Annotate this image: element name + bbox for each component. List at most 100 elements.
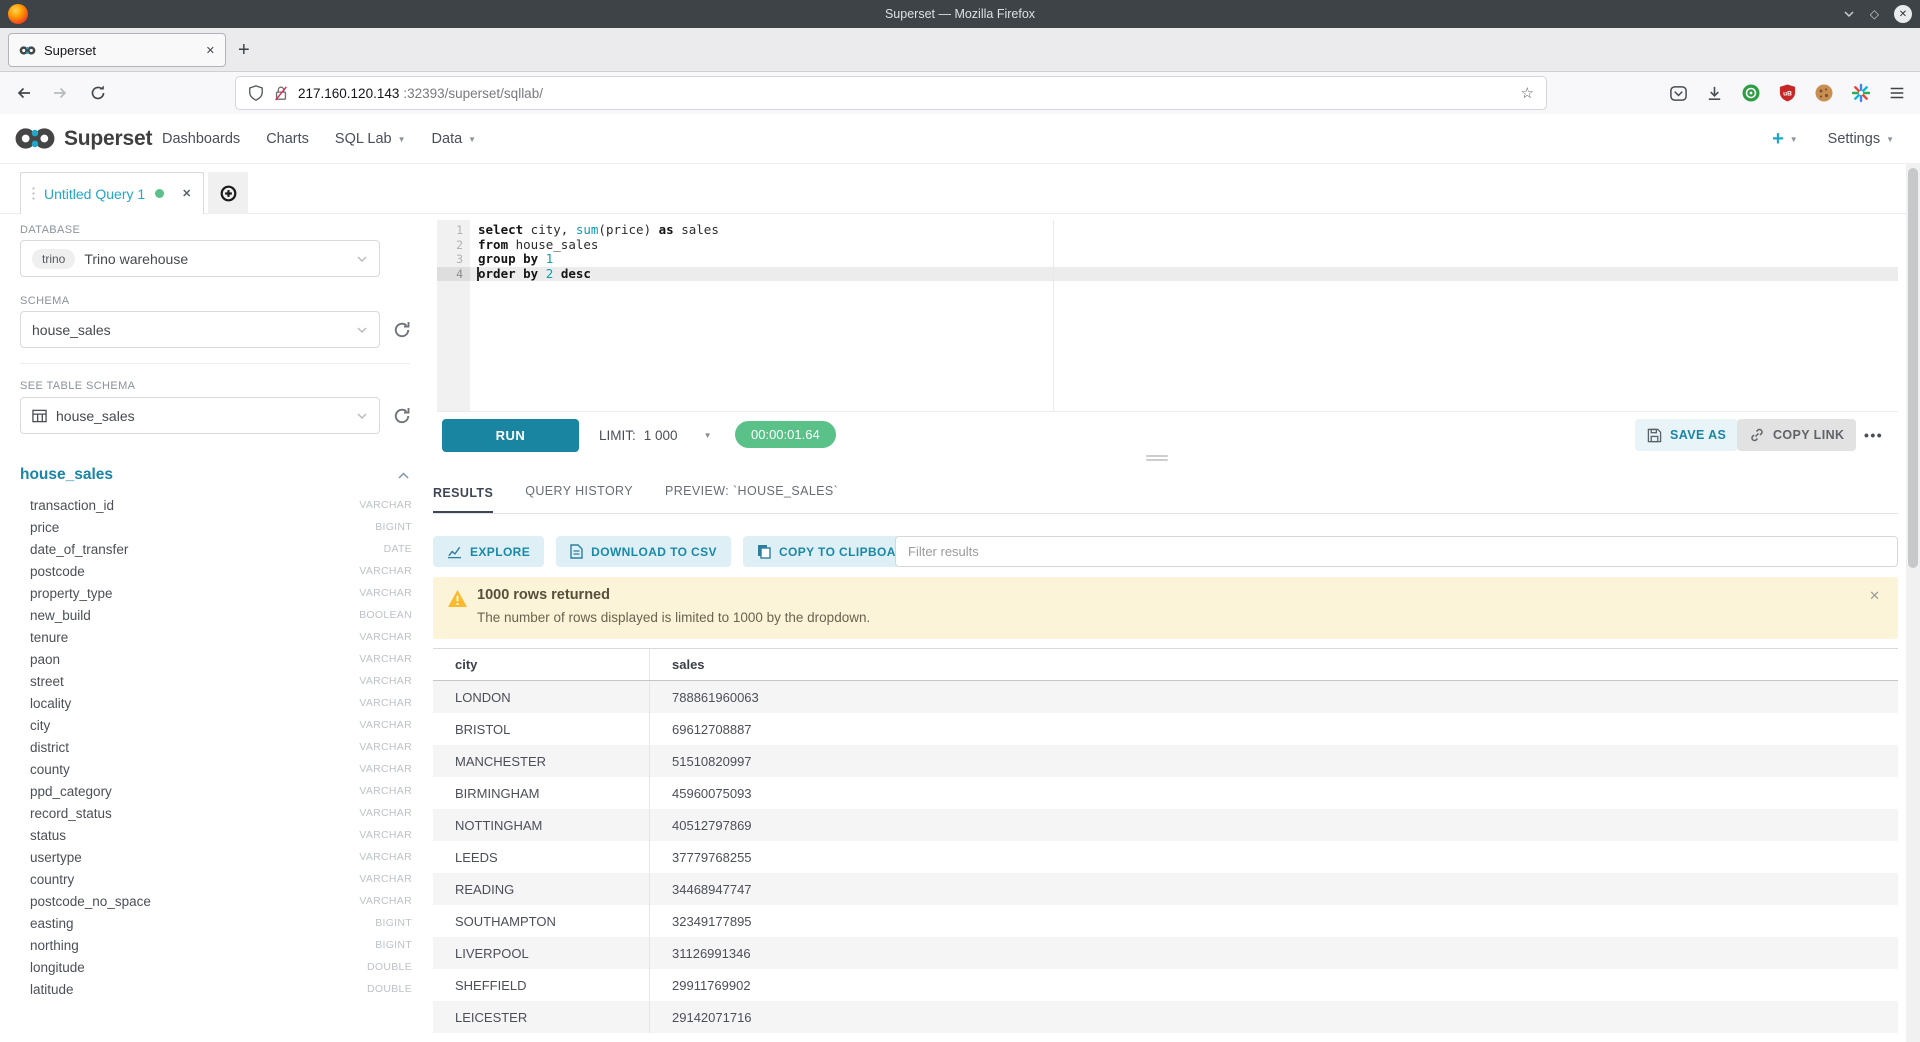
chevron-down-icon xyxy=(356,326,368,334)
table-row[interactable]: SHEFFIELD29911769902 xyxy=(433,969,1898,1001)
download-to-csv-button[interactable]: DOWNLOAD TO CSV xyxy=(556,536,731,567)
limit-value: 1 000 xyxy=(644,428,678,443)
navbar-item-charts[interactable]: Charts xyxy=(266,131,309,147)
schema-column-row[interactable]: cityVARCHAR xyxy=(30,714,412,736)
schema-column-row[interactable]: latitudeDOUBLE xyxy=(30,978,412,1000)
shield-icon[interactable] xyxy=(248,84,264,102)
database-select[interactable]: trino Trino warehouse xyxy=(20,240,380,277)
results-tab-query-history[interactable]: QUERY HISTORY xyxy=(525,484,633,513)
navbar-item-dashboards[interactable]: Dashboards xyxy=(162,131,240,147)
query-tab-close-icon[interactable]: ✕ xyxy=(182,187,191,200)
column-header-city[interactable]: city xyxy=(433,649,650,680)
schema-column-row[interactable]: streetVARCHAR xyxy=(30,670,412,692)
table-row[interactable]: SOUTHAMPTON32349177895 xyxy=(433,905,1898,937)
add-query-tab-button[interactable] xyxy=(208,172,248,214)
schema-column-row[interactable]: districtVARCHAR xyxy=(30,736,412,758)
window-maximize-icon[interactable]: ◇ xyxy=(1870,8,1879,20)
schema-column-row[interactable]: postcodeVARCHAR xyxy=(30,560,412,582)
cookie-extension-icon[interactable] xyxy=(1814,83,1834,103)
refresh-schema-icon[interactable] xyxy=(392,320,412,340)
schema-select[interactable]: house_sales xyxy=(20,311,380,348)
superset-logo[interactable]: Superset xyxy=(14,125,152,152)
settings-menu[interactable]: Settings ▼ xyxy=(1828,131,1894,147)
privacy-extension-icon[interactable] xyxy=(1741,83,1761,103)
schema-column-row[interactable]: countryVARCHAR xyxy=(30,868,412,890)
table-row[interactable]: LEICESTER29142071716 xyxy=(433,1001,1898,1033)
schema-column-row[interactable]: paonVARCHAR xyxy=(30,648,412,670)
url-bar[interactable]: 217.160.120.143:32393/superset/sqllab/ ☆ xyxy=(236,77,1546,109)
ublock-icon[interactable]: uB xyxy=(1778,83,1797,103)
sql-code-line[interactable]: order by 2 desc xyxy=(470,267,1898,282)
schema-column-row[interactable]: localityVARCHAR xyxy=(30,692,412,714)
schema-column-row[interactable]: new_buildBOOLEAN xyxy=(30,604,412,626)
drag-handle-icon[interactable] xyxy=(31,186,36,202)
schema-column-row[interactable]: ppd_categoryVARCHAR xyxy=(30,780,412,802)
forward-icon[interactable] xyxy=(50,83,70,103)
schema-column-row[interactable]: northingBIGINT xyxy=(30,934,412,956)
table-row[interactable]: READING34468947747 xyxy=(433,873,1898,905)
column-header-sales[interactable]: sales xyxy=(650,649,1898,680)
new-tab-button[interactable]: + xyxy=(238,36,250,64)
table-row[interactable]: LONDON788861960063 xyxy=(433,681,1898,713)
run-button[interactable]: RUN xyxy=(442,419,579,452)
table-row[interactable]: BRISTOL69612708887 xyxy=(433,713,1898,745)
results-tab-results[interactable]: RESULTS xyxy=(433,486,493,513)
schema-column-row[interactable]: usertypeVARCHAR xyxy=(30,846,412,868)
back-icon[interactable] xyxy=(14,83,34,103)
table-select[interactable]: house_sales xyxy=(20,397,380,434)
new-item-button[interactable]: + ▼ xyxy=(1772,129,1798,149)
schema-column-row[interactable]: longitudeDOUBLE xyxy=(30,956,412,978)
table-row[interactable]: LEEDS37779768255 xyxy=(433,841,1898,873)
schema-column-row[interactable]: countyVARCHAR xyxy=(30,758,412,780)
schema-column-row[interactable]: statusVARCHAR xyxy=(30,824,412,846)
pinwheel-extension-icon[interactable] xyxy=(1851,83,1871,103)
sql-code-line[interactable]: group by 1 xyxy=(470,252,1898,267)
save-as-button[interactable]: SAVE AS xyxy=(1635,419,1738,451)
window-close-icon[interactable]: ✕ xyxy=(1894,5,1912,23)
pane-resize-handle[interactable] xyxy=(1146,455,1168,463)
schema-column-row[interactable]: eastingBIGINT xyxy=(30,912,412,934)
explore-button[interactable]: EXPLORE xyxy=(433,536,544,567)
schema-column-row[interactable]: priceBIGINT xyxy=(30,516,412,538)
sql-token: 1 xyxy=(546,251,554,266)
limit-dropdown[interactable]: LIMIT: 1 000 ▼ xyxy=(599,419,711,452)
browser-tab[interactable]: Superset ✕ xyxy=(8,33,226,67)
sql-editor[interactable]: 1234 select city, sum(price) as salesfro… xyxy=(437,220,1898,412)
table-row[interactable]: MANCHESTER51510820997 xyxy=(433,745,1898,777)
window-minimize-icon[interactable] xyxy=(1843,10,1855,18)
download-icon[interactable] xyxy=(1705,84,1724,103)
insecure-lock-icon[interactable] xyxy=(273,84,289,102)
schema-column-row[interactable]: property_typeVARCHAR xyxy=(30,582,412,604)
results-tab-preview[interactable]: PREVIEW: `HOUSE_SALES` xyxy=(665,484,838,513)
tab-close-icon[interactable]: ✕ xyxy=(206,44,215,57)
query-tab[interactable]: Untitled Query 1 ✕ xyxy=(20,172,204,214)
scrollbar-thumb[interactable] xyxy=(1908,168,1918,568)
more-actions-button[interactable]: ••• xyxy=(1864,419,1883,451)
table-panel-header[interactable]: house_sales xyxy=(20,466,410,484)
schema-column-row[interactable]: record_statusVARCHAR xyxy=(30,802,412,824)
clipboard-icon xyxy=(757,544,771,559)
table-row[interactable]: LIVERPOOL31126991346 xyxy=(433,937,1898,969)
table-row[interactable]: BIRMINGHAM45960075093 xyxy=(433,777,1898,809)
navbar-item-sql-lab[interactable]: SQL Lab▼ xyxy=(335,131,406,147)
hamburger-menu-icon[interactable] xyxy=(1888,84,1906,102)
bookmark-star-icon[interactable]: ☆ xyxy=(1521,84,1534,102)
pocket-icon[interactable] xyxy=(1669,84,1688,103)
reload-icon[interactable] xyxy=(88,83,108,103)
table-row[interactable]: NOTTINGHAM40512797869 xyxy=(433,809,1898,841)
copy-link-button[interactable]: COPY LINK xyxy=(1737,419,1856,451)
navbar-item-data[interactable]: Data▼ xyxy=(432,131,477,147)
schema-column-row[interactable]: tenureVARCHAR xyxy=(30,626,412,648)
sql-code-line[interactable]: select city, sum(price) as sales xyxy=(470,223,1898,238)
page-scrollbar[interactable] xyxy=(1906,164,1920,1042)
refresh-table-icon[interactable] xyxy=(392,406,412,426)
filter-results-input[interactable] xyxy=(895,536,1898,567)
sql-code-line[interactable]: from house_sales xyxy=(470,238,1898,253)
schema-column-row[interactable]: transaction_idVARCHAR xyxy=(30,494,412,516)
chevron-up-icon[interactable] xyxy=(397,471,410,480)
schema-column-row[interactable]: date_of_transferDATE xyxy=(30,538,412,560)
schema-column-row[interactable]: postcode_no_spaceVARCHAR xyxy=(30,890,412,912)
editor-code[interactable]: select city, sum(price) as salesfrom hou… xyxy=(470,220,1898,414)
navbar-menu: Dashboards Charts SQL Lab▼ Data▼ xyxy=(162,114,476,164)
alert-close-icon[interactable]: ✕ xyxy=(1869,588,1880,604)
